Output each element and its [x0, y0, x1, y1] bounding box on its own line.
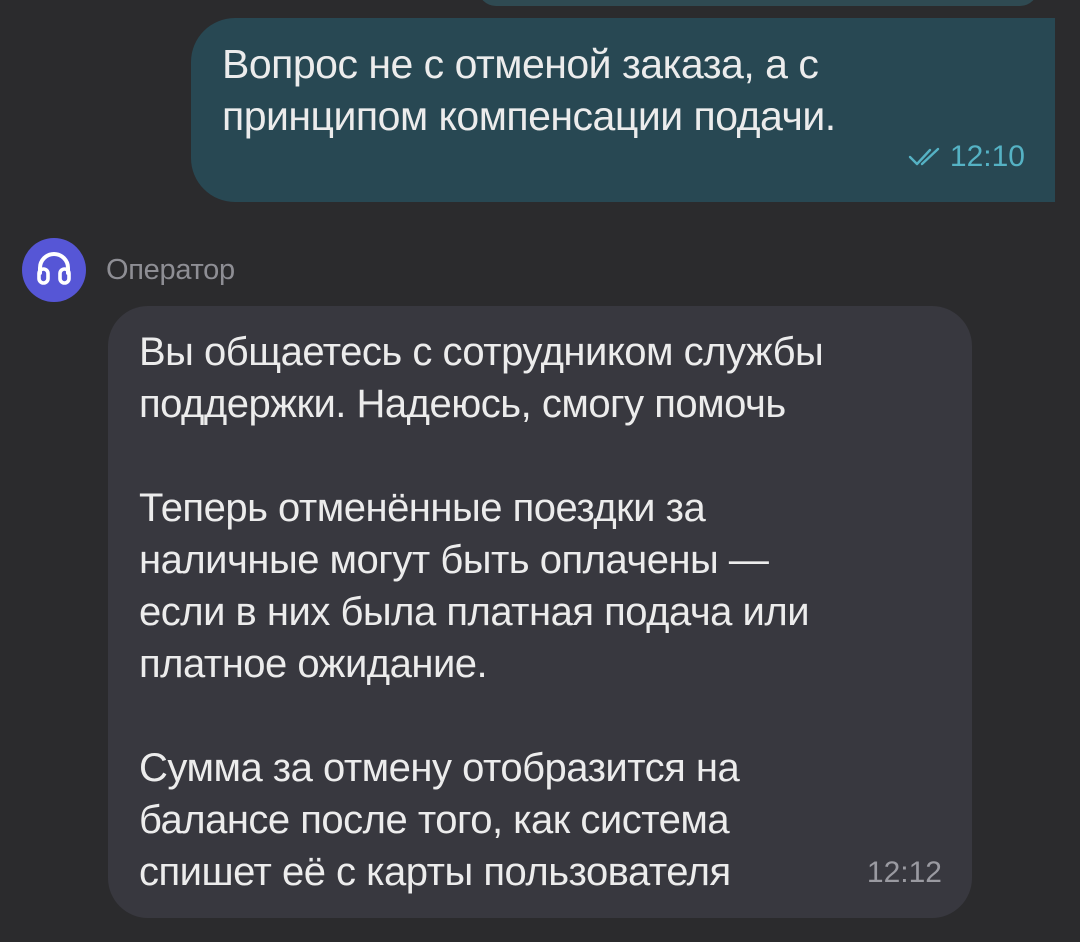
outgoing-message-bubble[interactable]: Вопрос не с отменой заказа, а с принципо… — [191, 18, 1055, 202]
outgoing-message-text: Вопрос не с отменой заказа, а с принципо… — [222, 41, 836, 139]
headphones-icon — [34, 249, 74, 292]
incoming-message-text: Вы общаетесь с сотрудником службы поддер… — [139, 326, 939, 898]
message-paragraph: Вы общаетесь с сотрудником службы поддер… — [139, 330, 824, 426]
sender-header: Оператор — [22, 238, 235, 302]
chat-view: Вопрос не с отменой заказа, а с принципо… — [0, 0, 1080, 942]
message-paragraph: Теперь отменённые поездки за наличные мо… — [139, 486, 810, 686]
outgoing-message-meta: 12:10 — [908, 139, 1025, 175]
double-check-icon — [908, 146, 948, 168]
message-paragraph: Сумма за отмену отобразится на балансе п… — [139, 746, 740, 894]
incoming-message-time: 12:12 — [866, 856, 942, 889]
previous-message-bubble[interactable] — [478, 0, 1038, 6]
incoming-message-bubble[interactable]: Вы общаетесь с сотрудником службы поддер… — [108, 306, 972, 918]
outgoing-message-time: 12:10 — [949, 140, 1025, 173]
avatar[interactable] — [22, 238, 86, 302]
sender-name: Оператор — [106, 253, 235, 286]
